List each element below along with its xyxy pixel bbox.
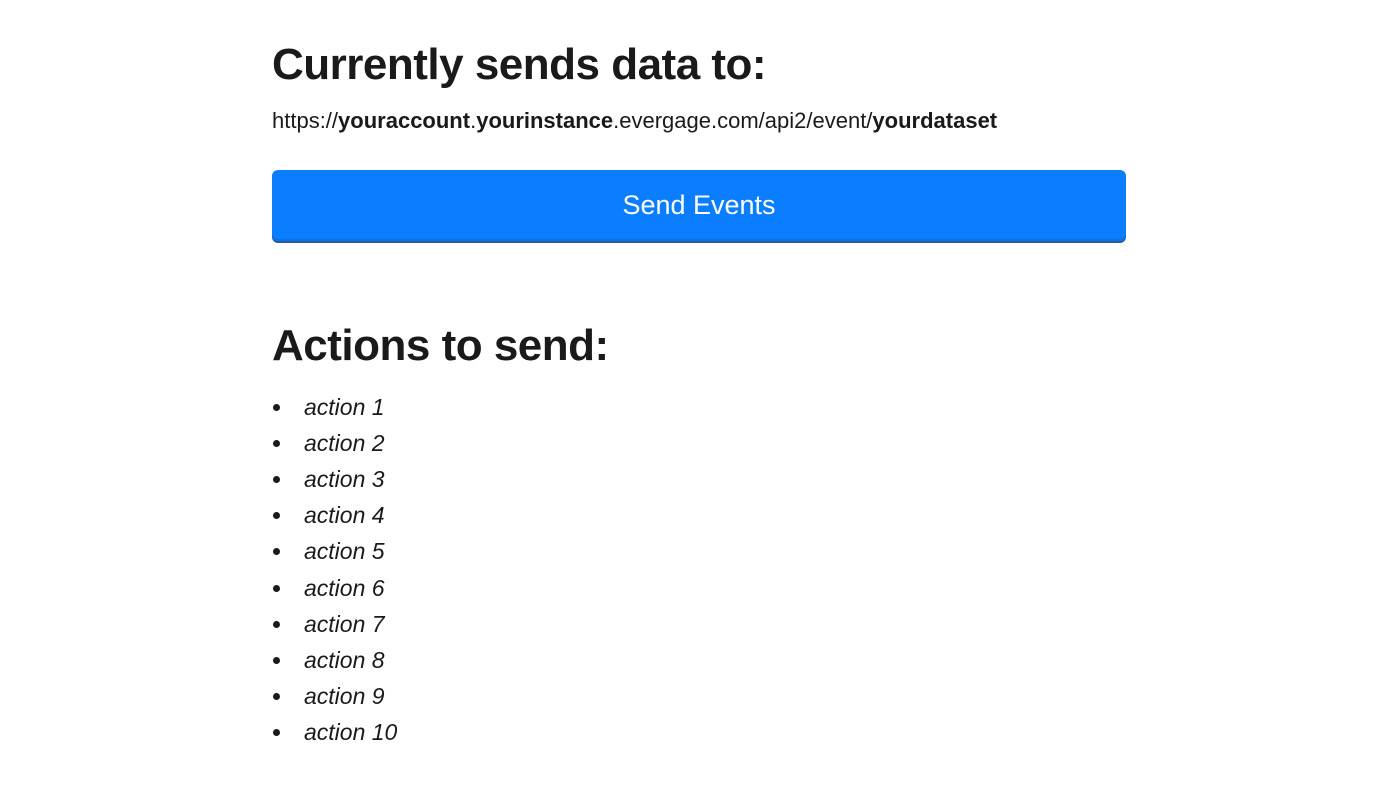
list-item: action 2 <box>294 425 1126 461</box>
endpoint-url: https://youraccount.yourinstance.evergag… <box>272 108 1126 134</box>
list-item: action 5 <box>294 533 1126 569</box>
list-item: action 9 <box>294 678 1126 714</box>
actions-section-title: Actions to send: <box>272 321 1126 371</box>
url-account: youraccount <box>338 108 470 133</box>
send-events-button[interactable]: Send Events <box>272 170 1126 241</box>
url-mid: .evergage.com/api2/event/ <box>613 108 872 133</box>
actions-list: action 1 action 2 action 3 action 4 acti… <box>272 389 1126 750</box>
url-dataset: yourdataset <box>872 108 997 133</box>
url-prefix: https:// <box>272 108 338 133</box>
main-container: Currently sends data to: https://youracc… <box>272 0 1126 750</box>
url-instance: yourinstance <box>476 108 613 133</box>
list-item: action 4 <box>294 497 1126 533</box>
list-item: action 1 <box>294 389 1126 425</box>
list-item: action 3 <box>294 461 1126 497</box>
page-title: Currently sends data to: <box>272 40 1126 90</box>
list-item: action 6 <box>294 570 1126 606</box>
list-item: action 8 <box>294 642 1126 678</box>
list-item: action 10 <box>294 714 1126 750</box>
list-item: action 7 <box>294 606 1126 642</box>
